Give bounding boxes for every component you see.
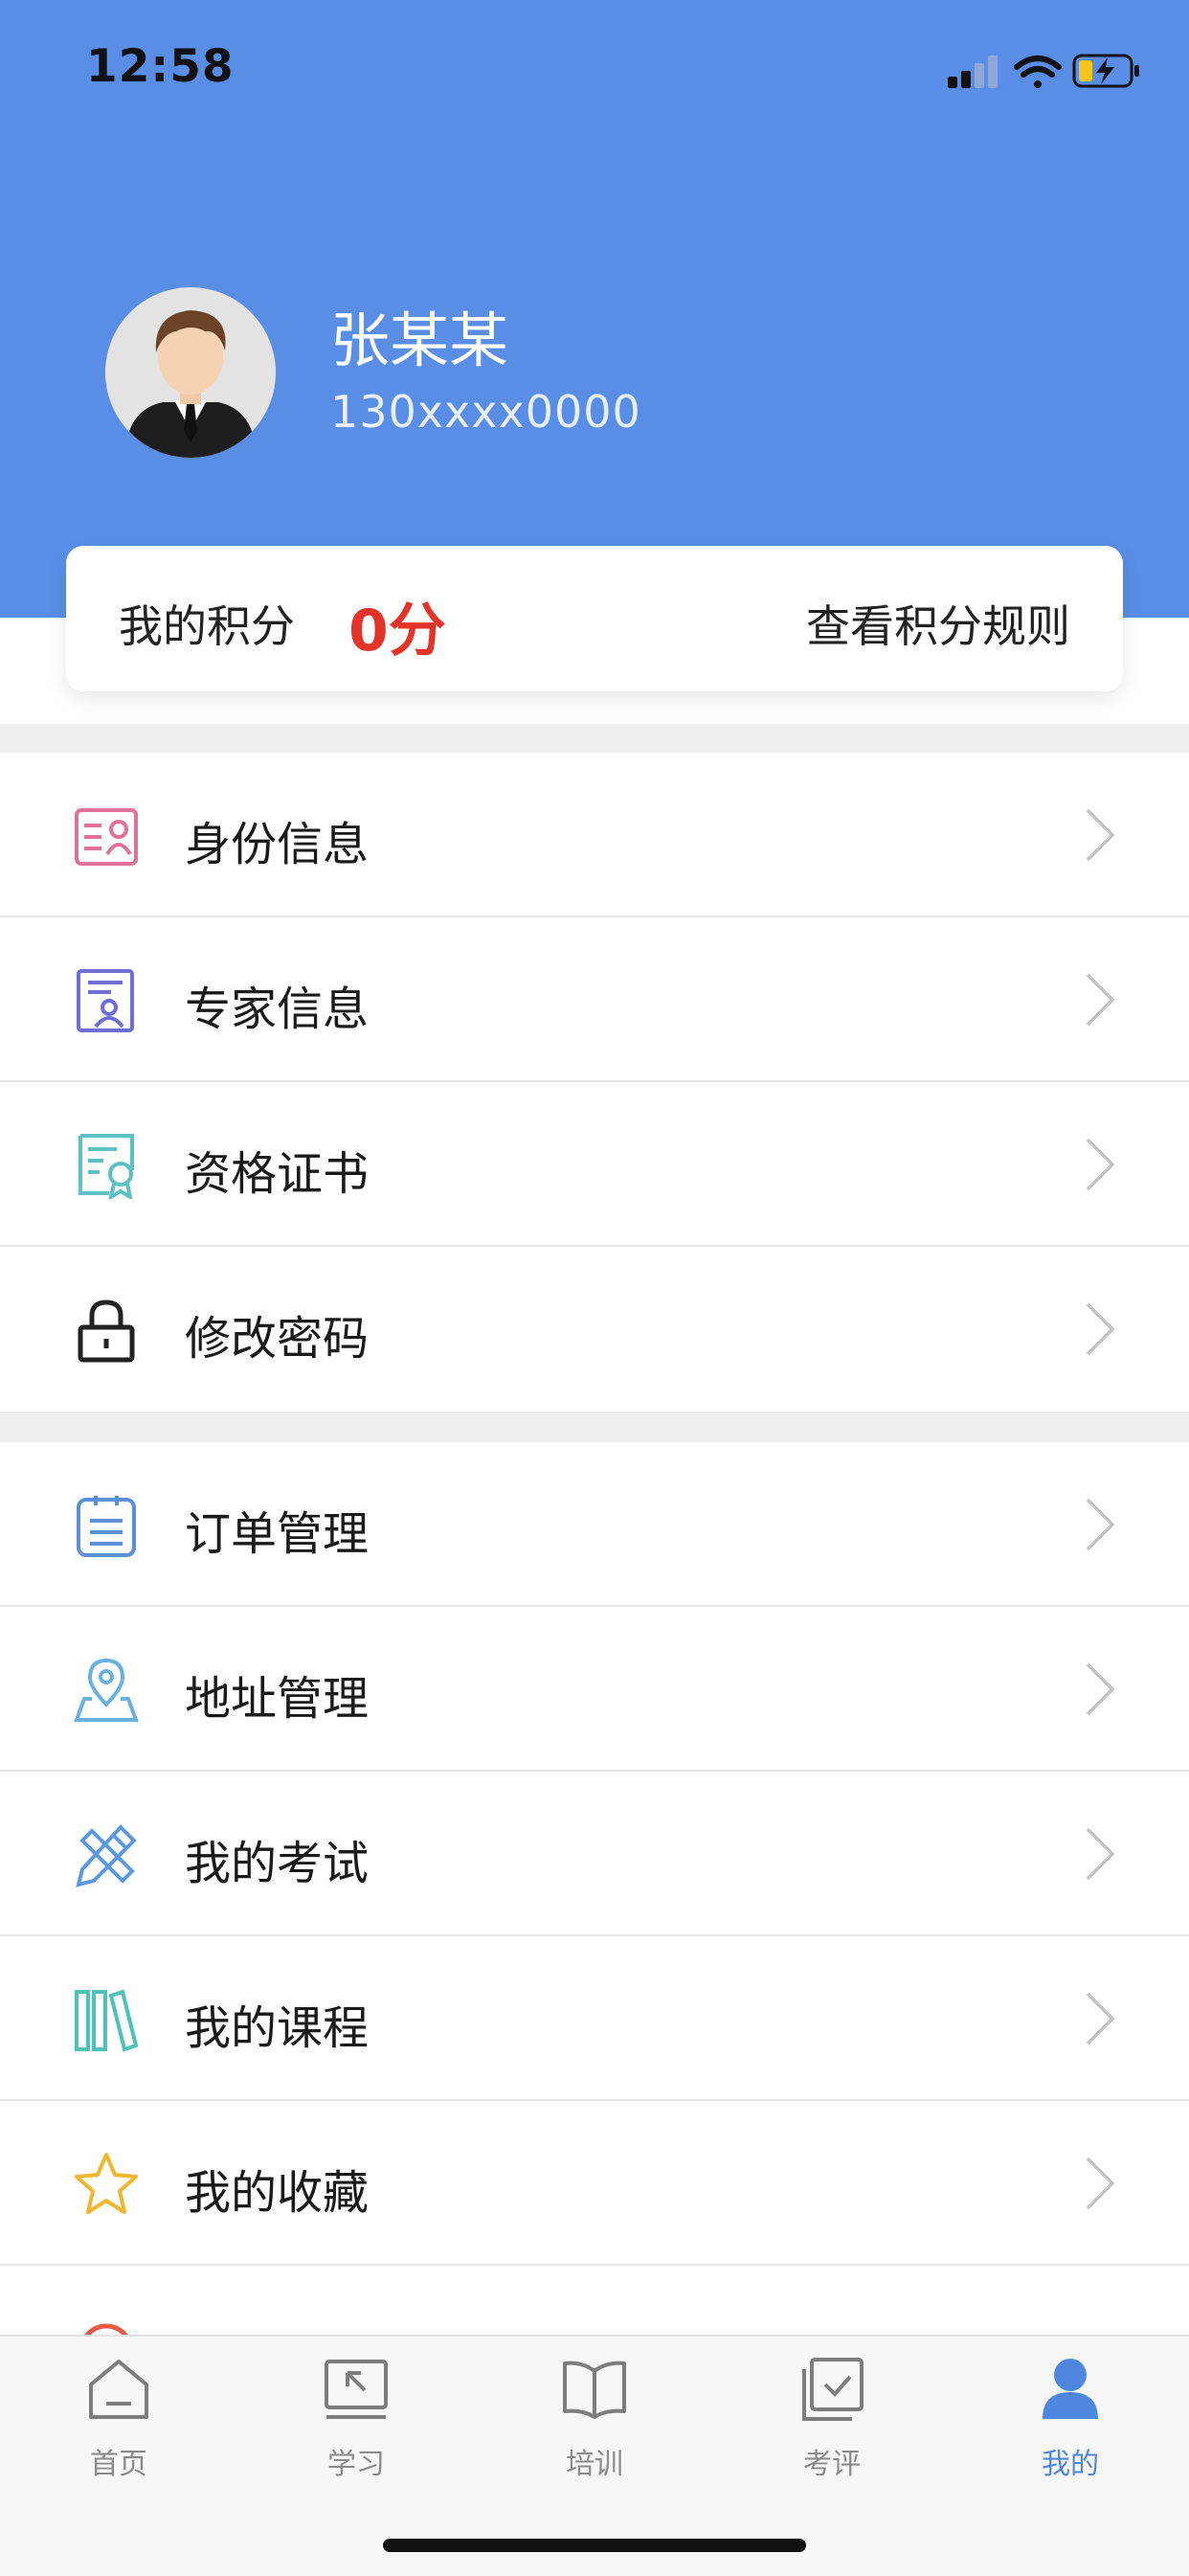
chevron-right-icon [1086,2157,1115,2210]
points-value: 0分 [348,598,446,665]
tab-evaluate[interactable]: 考评 [713,2356,951,2490]
menu-item-my-courses[interactable]: 我的课程 [0,1936,1189,2101]
chevron-right-icon [1086,1138,1115,1191]
chevron-right-icon [1086,1302,1115,1356]
wifi-icon [1014,56,1062,88]
menu-item-certificate[interactable]: 资格证书 [0,1082,1189,1247]
user-phone: 130xxxx0000 [330,386,641,438]
tab-mine[interactable]: 我的 [952,2356,1189,2490]
expert-icon [77,969,134,1032]
user-name: 张某某 [330,305,509,375]
chevron-right-icon [1086,808,1115,862]
tab-label: 学习 [327,2448,385,2481]
lock-icon [78,1299,135,1363]
book-open-icon [563,2361,626,2419]
id-card-icon [75,808,138,866]
menu-item-label: 资格证书 [185,1147,370,1201]
menu-item-label: 我的课程 [185,2001,370,2055]
tab-training[interactable]: 培训 [476,2356,713,2490]
signal-icon [948,56,998,88]
section-divider [0,1412,1189,1442]
profile-header: 12:58 张某某 130xxxx0000 [0,0,1189,618]
section-divider [0,724,1189,753]
status-icons [948,54,1139,88]
menu-item-label: 地址管理 [185,1672,370,1726]
menu-item-label: 专家信息 [185,983,370,1036]
chevron-right-icon [1086,1992,1115,2045]
battery-charging-icon [1072,54,1139,88]
tab-label: 考评 [803,2448,861,2481]
person-icon [1043,2359,1098,2419]
tab-label: 培训 [566,2448,623,2481]
chevron-right-icon [1086,1662,1115,1716]
tab-label: 首页 [90,2448,147,2481]
menu-item-label: 我的收藏 [185,2166,370,2220]
menu-group-services: 订单管理 地址管理 我的考试 我的课程 我的收藏 [0,1442,1189,2266]
tab-label: 我的 [1042,2448,1099,2481]
avatar[interactable] [105,287,276,458]
home-indicator [383,2539,806,2552]
menu-item-expert-info[interactable]: 专家信息 [0,917,1189,1082]
points-label: 我的积分 [119,600,295,652]
menu-item-identity-info[interactable]: 身份信息 [0,753,1189,917]
menu-item-label: 订单管理 [185,1507,370,1561]
menu-item-order-management[interactable]: 订单管理 [0,1442,1189,1607]
home-icon [89,2360,148,2419]
user-avatar-icon [105,287,276,458]
pencil-ruler-icon [76,1824,137,1887]
chevron-right-icon [1086,1498,1115,1551]
menu-item-label: 我的考试 [185,1837,370,1890]
map-pin-icon [74,1658,139,1722]
tab-home[interactable]: 首页 [0,2356,237,2490]
evaluate-icon [802,2358,864,2421]
menu-item-my-favorites[interactable]: 我的收藏 [0,2101,1189,2266]
books-icon [75,1989,139,2052]
menu-item-address-management[interactable]: 地址管理 [0,1607,1189,1772]
status-time: 12:58 [86,40,235,93]
menu-item-change-password[interactable]: 修改密码 [0,1247,1189,1412]
order-list-icon [77,1496,136,1557]
points-rules-link[interactable]: 查看积分规则 [806,592,1070,655]
menu-item-my-exams[interactable]: 我的考试 [0,1772,1189,1936]
chevron-right-icon [1086,1827,1115,1881]
points-card: 我的积分 0分 查看积分规则 [66,546,1123,691]
menu-item-label: 修改密码 [185,1312,370,1366]
tab-study[interactable]: 学习 [237,2356,475,2490]
certificate-icon [79,1134,134,1199]
chevron-right-icon [1086,973,1115,1027]
star-icon [75,2153,138,2214]
menu-item-label: 身份信息 [185,818,370,871]
menu-group-account: 身份信息 专家信息 资格证书 修改密码 [0,753,1189,1412]
study-icon [325,2360,388,2419]
